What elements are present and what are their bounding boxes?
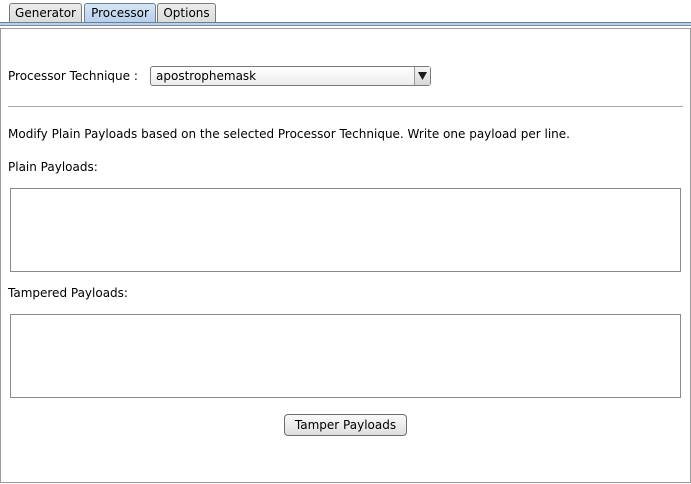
processor-technique-value: apostrophemask <box>156 69 257 83</box>
tab-strip-shadow <box>0 25 691 26</box>
description-text: Modify Plain Payloads based on the selec… <box>8 127 570 141</box>
separator <box>8 106 683 107</box>
processor-technique-label: Processor Technique : <box>8 69 138 83</box>
plain-payloads-textarea[interactable] <box>10 188 681 272</box>
tab-bar: Generator Processor Options <box>0 0 691 26</box>
tab-generator[interactable]: Generator <box>9 3 82 22</box>
tab-options[interactable]: Options <box>157 3 216 22</box>
plain-payloads-label: Plain Payloads: <box>8 160 98 174</box>
processor-technique-dropdown[interactable]: apostrophemask <box>150 66 431 86</box>
window: Generator Processor Options Processor Te… <box>0 0 691 484</box>
tampered-payloads-label: Tampered Payloads: <box>8 286 128 300</box>
dropdown-arrow-button[interactable] <box>414 67 430 85</box>
tamper-payloads-button[interactable]: Tamper Payloads <box>284 414 407 436</box>
tampered-payloads-textarea[interactable] <box>10 314 681 398</box>
tab-processor[interactable]: Processor <box>84 3 156 22</box>
triangle-down-icon <box>418 72 427 80</box>
